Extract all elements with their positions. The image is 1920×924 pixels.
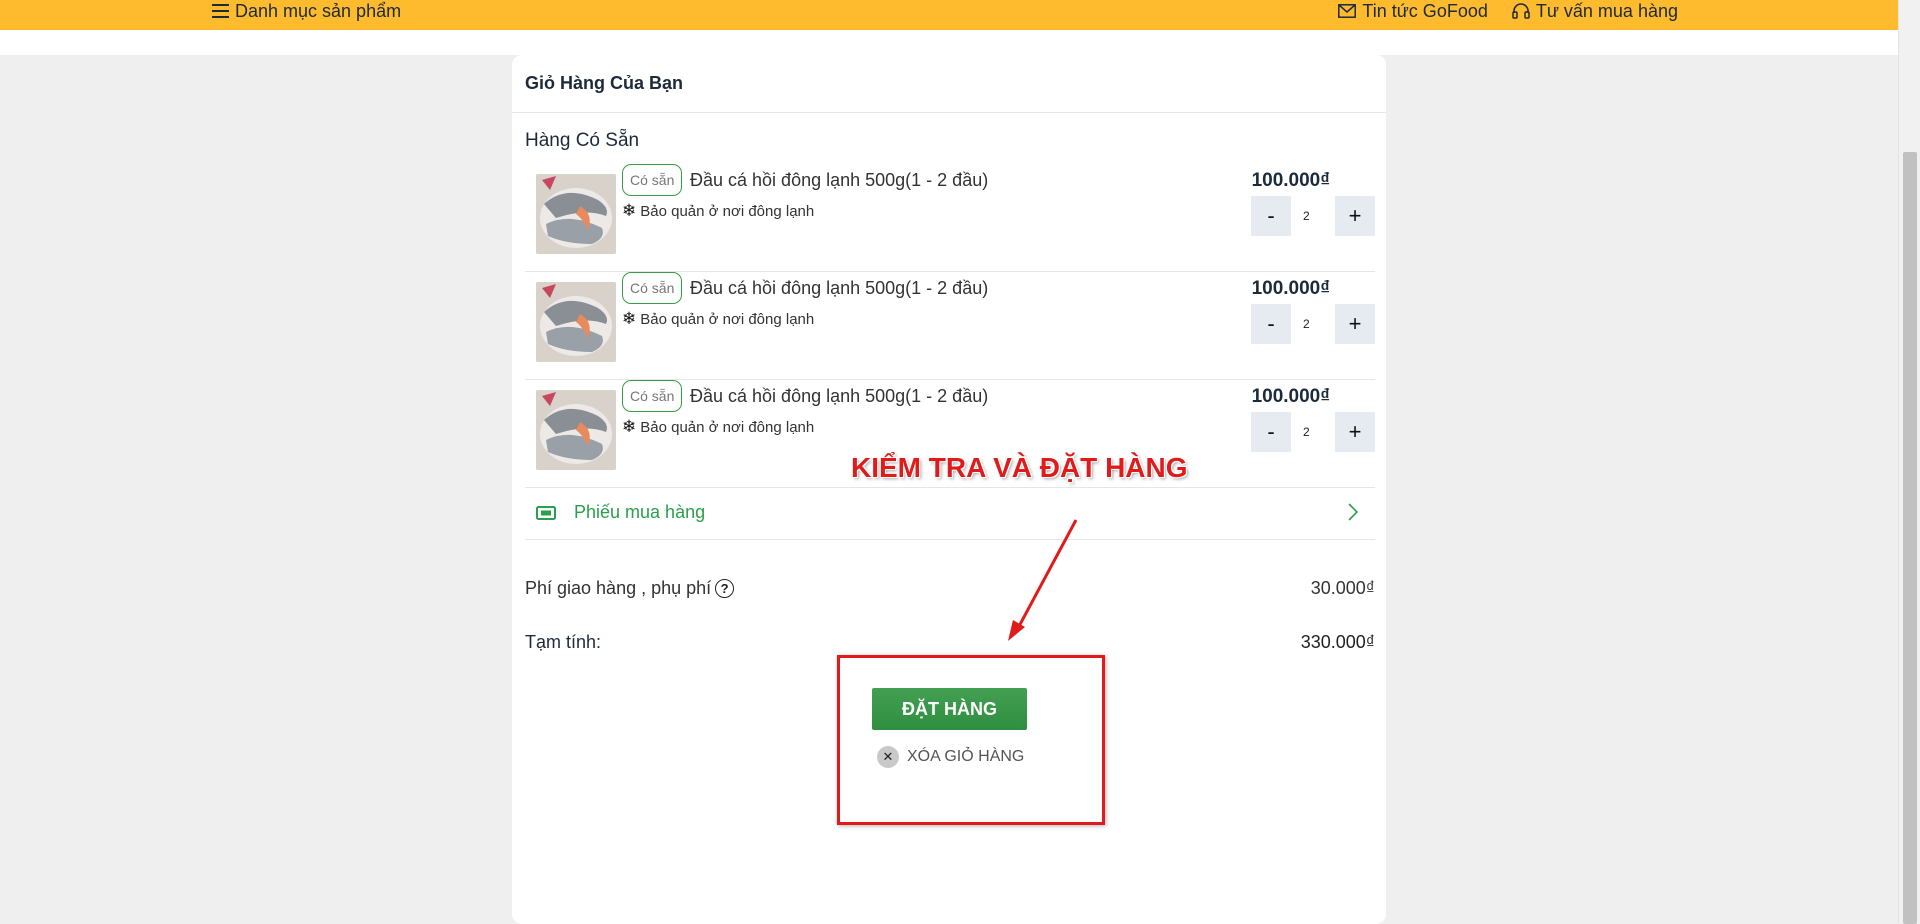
storage-note-text: Bảo quản ở nơi đông lạnh xyxy=(640,310,815,328)
product-image[interactable] xyxy=(536,282,616,362)
decrease-quantity-button[interactable]: - xyxy=(1251,412,1291,452)
storage-note: ❄ Bảo quản ở nơi đông lạnh xyxy=(622,417,814,437)
consult-link-label: Tư vấn mua hàng xyxy=(1535,0,1678,21)
storage-note: ❄ Bảo quản ở nơi đông lạnh xyxy=(622,201,814,221)
storage-note: ❄ Bảo quản ở nơi đông lạnh xyxy=(622,309,814,329)
question-circle-icon[interactable]: ? xyxy=(715,578,735,598)
product-name[interactable]: Đầu cá hồi đông lạnh 500g(1 - 2 đầu) xyxy=(690,278,988,299)
header-spacer xyxy=(0,30,1898,55)
quantity-input[interactable]: 2 xyxy=(1291,196,1335,236)
top-navigation-bar: Danh mục sản phẩm Tin tức GoFood Tư vấn … xyxy=(0,0,1898,30)
decrease-quantity-button[interactable]: - xyxy=(1251,304,1291,344)
shipping-fee-value: 30.000₫ xyxy=(1310,577,1375,598)
snowflake-icon: ❄ xyxy=(622,417,637,436)
annotation-highlight-box xyxy=(837,655,1105,825)
news-link-label: Tin tức GoFood xyxy=(1362,0,1488,21)
quantity-stepper: - 2 + xyxy=(1251,412,1375,452)
subtotal-row: Tạm tính: 330.000₫ xyxy=(525,627,1386,657)
cart-item: Có sẵn Đầu cá hồi đông lạnh 500g(1 - 2 đ… xyxy=(525,164,1375,272)
news-link[interactable]: Tin tức GoFood xyxy=(1338,0,1488,22)
consult-link[interactable]: Tư vấn mua hàng xyxy=(1512,1,1678,22)
category-menu-label: Danh mục sản phẩm xyxy=(235,0,402,21)
voucher-row[interactable]: Phiếu mua hàng xyxy=(525,486,1375,540)
increase-quantity-button[interactable]: + xyxy=(1335,412,1375,452)
shipping-fee-label: Phí giao hàng , phụ phí xyxy=(525,577,712,598)
in-stock-badge: Có sẵn xyxy=(622,380,683,412)
decrease-quantity-button[interactable]: - xyxy=(1251,196,1291,236)
headset-icon xyxy=(1512,2,1530,19)
product-image[interactable] xyxy=(536,174,616,254)
shipping-fee-row: Phí giao hàng , phụ phí ? 30.000₫ xyxy=(525,573,1386,603)
voucher-label: Phiếu mua hàng xyxy=(574,502,706,522)
quantity-input[interactable]: 2 xyxy=(1291,304,1335,344)
item-price: 100.000₫ xyxy=(1251,386,1330,407)
snowflake-icon: ❄ xyxy=(622,201,637,220)
product-image[interactable] xyxy=(536,390,616,470)
cart-item: Có sẵn Đầu cá hồi đông lạnh 500g(1 - 2 đ… xyxy=(525,272,1375,380)
snowflake-icon: ❄ xyxy=(622,309,637,328)
in-stock-badge: Có sẵn xyxy=(622,272,683,304)
category-menu-button[interactable]: Danh mục sản phẩm xyxy=(212,0,401,22)
storage-note-text: Bảo quản ở nơi đông lạnh xyxy=(640,418,815,436)
storage-note-text: Bảo quản ở nơi đông lạnh xyxy=(640,202,815,220)
quantity-input[interactable]: 2 xyxy=(1291,412,1335,452)
increase-quantity-button[interactable]: + xyxy=(1335,196,1375,236)
in-stock-section-title: Hàng Có Sẵn xyxy=(525,130,640,151)
product-name[interactable]: Đầu cá hồi đông lạnh 500g(1 - 2 đầu) xyxy=(690,170,988,191)
quantity-stepper: - 2 + xyxy=(1251,196,1375,236)
item-price: 100.000₫ xyxy=(1251,170,1330,191)
product-name[interactable]: Đầu cá hồi đông lạnh 500g(1 - 2 đầu) xyxy=(690,386,988,407)
chevron-right-icon xyxy=(1348,503,1358,521)
scrollbar-thumb[interactable] xyxy=(1903,152,1917,924)
cart-title: Giỏ Hàng Của Bạn xyxy=(512,55,1386,113)
vertical-scrollbar[interactable] xyxy=(1898,0,1920,924)
annotation-callout-text: KIỂM TRA VÀ ĐẶT HÀNG xyxy=(851,452,1188,483)
hamburger-icon xyxy=(212,4,229,18)
top-right-links: Tin tức GoFood Tư vấn mua hàng xyxy=(1338,0,1678,22)
envelope-icon xyxy=(1338,4,1357,18)
item-price: 100.000₫ xyxy=(1251,278,1330,299)
in-stock-badge: Có sẵn xyxy=(622,164,683,196)
increase-quantity-button[interactable]: + xyxy=(1335,304,1375,344)
ticket-icon xyxy=(536,505,556,520)
subtotal-value: 330.000₫ xyxy=(1300,631,1375,652)
subtotal-label: Tạm tính: xyxy=(525,631,602,652)
quantity-stepper: - 2 + xyxy=(1251,304,1375,344)
cart-item-list: Có sẵn Đầu cá hồi đông lạnh 500g(1 - 2 đ… xyxy=(525,164,1386,488)
